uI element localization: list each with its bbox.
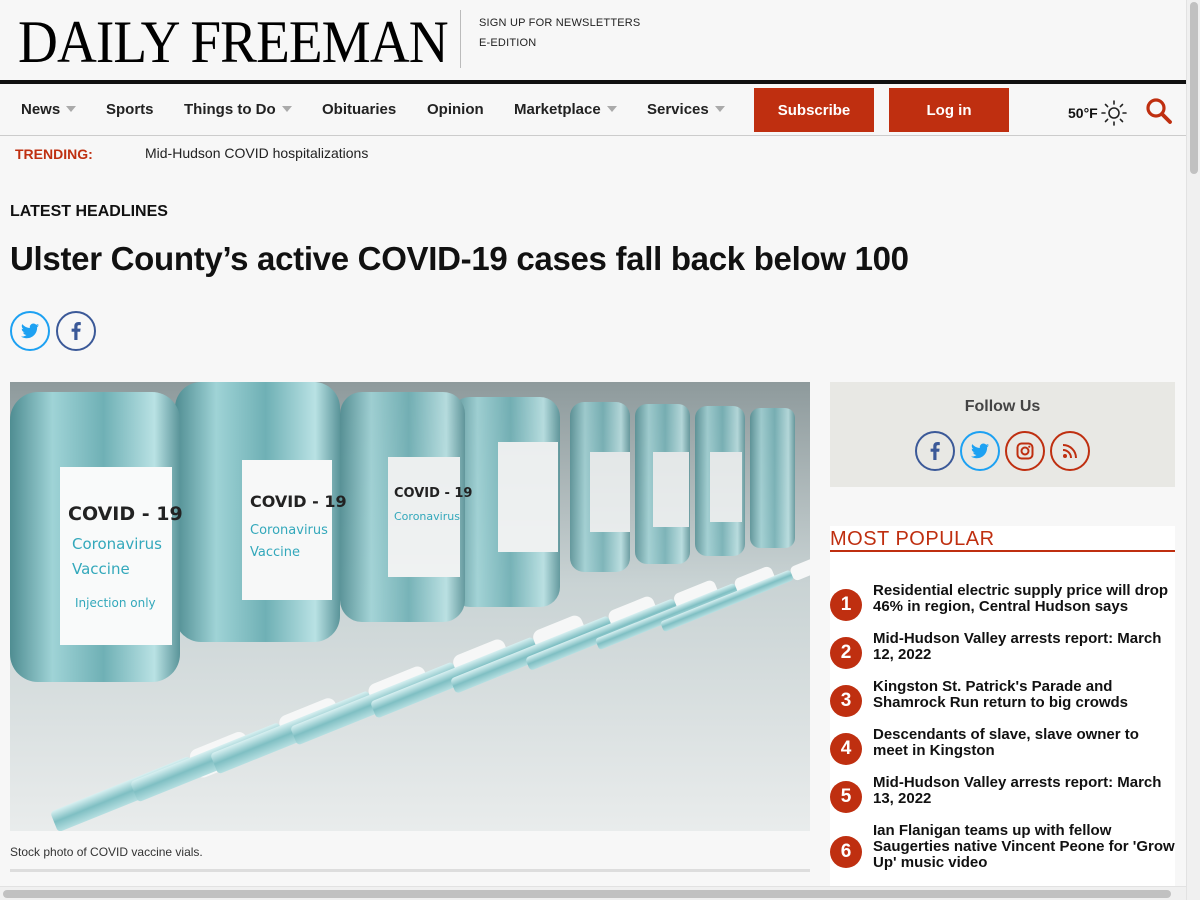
popular-item-title[interactable]: Mid-Hudson Valley arrests report: March …: [873, 631, 1175, 663]
trending-link[interactable]: Mid-Hudson COVID hospitalizations: [145, 145, 368, 161]
twitter-icon: [21, 323, 39, 339]
popular-item[interactable]: 6 Ian Flanigan teams up with fellow Saug…: [830, 823, 1175, 875]
vial-label-line: Vaccine: [72, 560, 130, 578]
popular-item[interactable]: 3 Kingston St. Patrick's Parade and Sham…: [830, 679, 1175, 719]
sun-icon: [1100, 100, 1127, 126]
svg-text:COVID - 19: COVID - 19: [394, 486, 472, 501]
weather-temperature: 50°F: [1068, 105, 1098, 121]
masthead-links: SIGN UP FOR NEWSLETTERS E-EDITION: [479, 13, 640, 53]
popular-rank-badge: 5: [830, 781, 862, 813]
facebook-icon: [930, 442, 940, 460]
search-icon[interactable]: [1145, 97, 1173, 125]
image-caption: Stock photo of COVID vaccine vials.: [10, 845, 203, 859]
e-edition-link[interactable]: E-EDITION: [479, 33, 640, 53]
vial-label-title: COVID - 19: [68, 503, 183, 525]
popular-item-title[interactable]: Ian Flanigan teams up with fellow Sauger…: [873, 823, 1175, 871]
article-headline: Ulster County’s active COVID-19 cases fa…: [10, 240, 909, 277]
most-popular-divider: [830, 550, 1175, 552]
popular-item-title[interactable]: Residential electric supply price will d…: [873, 583, 1175, 615]
trending-label: TRENDING:: [15, 146, 93, 162]
svg-text:Coronavirus: Coronavirus: [250, 523, 328, 538]
rss-icon: [1062, 444, 1077, 459]
popular-item[interactable]: 4 Descendants of slave, slave owner to m…: [830, 727, 1175, 767]
svg-text:Coronavirus: Coronavirus: [394, 510, 460, 523]
popular-rank-badge: 1: [830, 589, 862, 621]
masthead: DAILY FREEMAN SIGN UP FOR NEWSLETTERS E-…: [0, 0, 1186, 80]
vial-label-line: Coronavirus: [72, 535, 162, 553]
vertical-scrollbar[interactable]: [1186, 0, 1200, 900]
share-twitter-button[interactable]: [10, 311, 50, 351]
popular-item[interactable]: 5 Mid-Hudson Valley arrests report: Marc…: [830, 775, 1175, 815]
popular-item[interactable]: 2 Mid-Hudson Valley arrests report: Marc…: [830, 631, 1175, 671]
nav-item-news[interactable]: News: [21, 101, 77, 118]
most-popular-panel: MOST POPULAR 1 Residential electric supp…: [830, 526, 1175, 900]
popular-item-title[interactable]: Descendants of slave, slave owner to mee…: [873, 727, 1175, 759]
popular-rank-badge: 6: [830, 836, 862, 868]
follow-rss-button[interactable]: [1050, 431, 1090, 471]
chevron-down-icon: [281, 106, 292, 112]
vial-label-line: Injection only: [75, 596, 156, 610]
nav-item-obituaries[interactable]: Obituaries: [322, 101, 396, 118]
section-label[interactable]: LATEST HEADLINES: [10, 203, 168, 221]
svg-text:COVID - 19: COVID - 19: [250, 492, 347, 511]
nav-item-marketplace[interactable]: Marketplace: [514, 101, 617, 118]
vaccine-vials-illustration: COVID - 19 Coronavirus Vaccine Injection…: [10, 382, 810, 831]
popular-rank-badge: 2: [830, 637, 862, 669]
nav-item-opinion[interactable]: Opinion: [427, 101, 484, 118]
follow-facebook-button[interactable]: [915, 431, 955, 471]
nav-item-things-to-do[interactable]: Things to Do: [184, 101, 292, 118]
chevron-down-icon: [606, 106, 617, 112]
popular-rank-badge: 3: [830, 685, 862, 717]
chevron-down-icon: [66, 106, 77, 112]
site-logo[interactable]: DAILY FREEMAN: [18, 9, 449, 75]
popular-item-title[interactable]: Kingston St. Patrick's Parade and Shamro…: [873, 679, 1175, 711]
nav-item-sports[interactable]: Sports: [106, 101, 154, 118]
follow-us-title: Follow Us: [964, 398, 1041, 415]
chevron-down-icon: [714, 106, 725, 112]
article-hero-image: COVID - 19 Coronavirus Vaccine Injection…: [10, 382, 810, 831]
subscribe-button[interactable]: Subscribe: [754, 88, 874, 132]
svg-text:Vaccine: Vaccine: [250, 545, 300, 560]
instagram-icon: [1016, 442, 1034, 460]
most-popular-title: MOST POPULAR: [830, 528, 995, 550]
caption-divider: [10, 869, 810, 872]
share-facebook-button[interactable]: [56, 311, 96, 351]
facebook-icon: [71, 322, 81, 340]
popular-item-title[interactable]: Mid-Hudson Valley arrests report: March …: [873, 775, 1175, 807]
masthead-divider: [460, 10, 461, 68]
follow-twitter-button[interactable]: [960, 431, 1000, 471]
twitter-icon: [971, 443, 989, 459]
trending-bar: TRENDING: Mid-Hudson COVID hospitalizati…: [0, 137, 1186, 169]
weather-widget[interactable]: 50°F: [1068, 100, 1127, 126]
horizontal-scrollbar-thumb[interactable]: [3, 890, 1171, 898]
follow-instagram-button[interactable]: [1005, 431, 1045, 471]
newsletter-signup-link[interactable]: SIGN UP FOR NEWSLETTERS: [479, 13, 640, 33]
popular-rank-badge: 4: [830, 733, 862, 765]
nav-item-services[interactable]: Services: [647, 101, 725, 118]
horizontal-scrollbar[interactable]: [0, 886, 1186, 900]
follow-us-panel: Follow Us: [830, 382, 1175, 487]
main-nav: News Sports Things to Do Obituaries Opin…: [0, 80, 1186, 136]
login-button[interactable]: Log in: [889, 88, 1009, 132]
popular-item[interactable]: 1 Residential electric supply price will…: [830, 583, 1175, 623]
vertical-scrollbar-thumb[interactable]: [1190, 2, 1198, 174]
